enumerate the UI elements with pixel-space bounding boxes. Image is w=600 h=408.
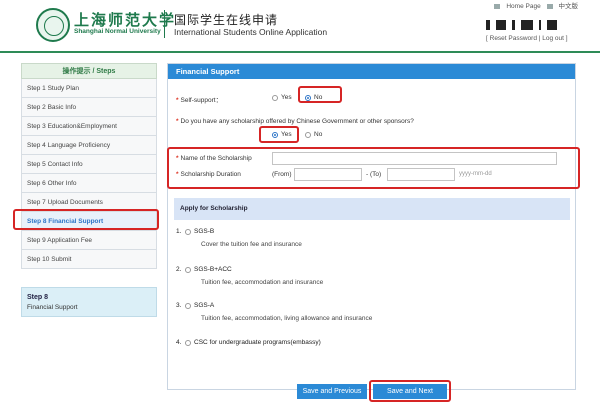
option-name: SGS-B: [194, 228, 215, 235]
top-links: Home Page 中文版: [490, 0, 578, 10]
save-and-next-button[interactable]: Save and Next: [373, 384, 447, 399]
sidebar-item-submit[interactable]: Step 10 Submit: [21, 250, 157, 269]
app-title-cn: 国际学生在线申请: [174, 13, 279, 27]
current-step-box: Step 8 Financial Support: [21, 287, 157, 317]
scholarship-yes-label: Yes: [281, 131, 292, 138]
self-support-no-label: No: [314, 94, 323, 101]
scholarship-no-radio[interactable]: [305, 132, 311, 138]
option-number: 3.: [176, 302, 182, 309]
university-logo: [36, 8, 70, 42]
option-description: Tuition fee, accommodation and insurance: [201, 279, 324, 286]
apply-scholarship-bar: Apply for Scholarship: [174, 198, 570, 220]
sidebar-item-contact[interactable]: Step 5 Contact Info: [21, 155, 157, 174]
sidebar-item-language[interactable]: Step 4 Language Proficiency: [21, 136, 157, 155]
scholarship-name-input[interactable]: [272, 152, 557, 165]
scholarship-yes-radio[interactable]: [272, 132, 278, 138]
redacted-username-block: [486, 20, 576, 34]
home-icon: [494, 3, 501, 9]
sidebar-item-financial-support[interactable]: Step 8 Financial Support: [21, 212, 157, 231]
self-support-yes-label: Yes: [281, 94, 292, 101]
scholarship-duration-label: * Scholarship Duration: [176, 171, 241, 178]
sidebar-item-basic-info[interactable]: Step 2 Basic Info: [21, 98, 157, 117]
option-name: SGS-A: [194, 302, 215, 309]
option-sgs-a-radio[interactable]: [185, 303, 191, 309]
sidebar-item-application-fee[interactable]: Step 9 Application Fee: [21, 231, 157, 250]
panel-title: Financial Support: [168, 64, 575, 79]
home-page-link[interactable]: Home Page: [506, 3, 540, 10]
reset-password-link[interactable]: Reset Password: [490, 35, 537, 42]
option-description: Cover the tuition fee and insurance: [201, 241, 302, 248]
option-csc-radio[interactable]: [185, 340, 191, 346]
scholarship-name-label: * Name of the Scholarship: [176, 155, 252, 162]
duration-to-input[interactable]: [387, 168, 455, 181]
language-icon: [546, 3, 553, 9]
self-support-label: * Self-support：: [176, 97, 223, 104]
option-name: CSC for undergraduate programs(embassy): [194, 339, 321, 346]
app-title-en: International Students Online Applicatio…: [174, 27, 328, 37]
log-out-link[interactable]: Log out: [542, 35, 564, 42]
self-support-yes-radio[interactable]: [272, 95, 278, 101]
account-links: [ Reset Password | Log out ]: [486, 35, 568, 42]
duration-from-input[interactable]: [294, 168, 362, 181]
option-sgs-b-acc-radio[interactable]: [185, 267, 191, 273]
option-number: 2.: [176, 266, 182, 273]
date-format-hint: yyyy-mm-dd: [459, 171, 492, 177]
steps-sidebar: 操作提示 / Steps Step 1 Study Plan Step 2 Ba…: [21, 63, 157, 317]
language-link[interactable]: 中文版: [559, 3, 579, 10]
duration-to-label: - (To): [366, 171, 382, 178]
sidebar-item-study-plan[interactable]: Step 1 Study Plan: [21, 79, 157, 98]
save-and-previous-button[interactable]: Save and Previous: [297, 384, 367, 399]
sidebar-item-upload[interactable]: Step 7 Upload Documents: [21, 193, 157, 212]
option-name: SGS-B+ACC: [194, 266, 232, 273]
scholarship-no-label: No: [314, 131, 323, 138]
sidebar-header: 操作提示 / Steps: [21, 63, 157, 79]
header-rule: [0, 51, 600, 53]
self-support-no-radio[interactable]: [305, 95, 311, 101]
header-divider: [164, 10, 165, 38]
current-step-number: Step 8: [27, 294, 49, 301]
sidebar-item-education[interactable]: Step 3 Education&Employment: [21, 117, 157, 136]
university-name-cn: 上海师范大学: [74, 11, 177, 29]
duration-from-label: (From): [272, 171, 292, 178]
option-number: 1.: [176, 228, 182, 235]
university-name-en: Shanghai Normal University: [74, 28, 161, 35]
sidebar-item-other[interactable]: Step 6 Other Info: [21, 174, 157, 193]
financial-support-panel: Financial Support * Self-support： Yes No …: [167, 63, 576, 390]
scholarship-question-label: * Do you have any scholarship offered by …: [176, 118, 414, 125]
option-sgs-b-radio[interactable]: [185, 229, 191, 235]
option-number: 4.: [176, 339, 182, 346]
option-description: Tuition fee, accommodation, living allow…: [201, 315, 373, 322]
current-step-name: Financial Support: [27, 304, 78, 311]
